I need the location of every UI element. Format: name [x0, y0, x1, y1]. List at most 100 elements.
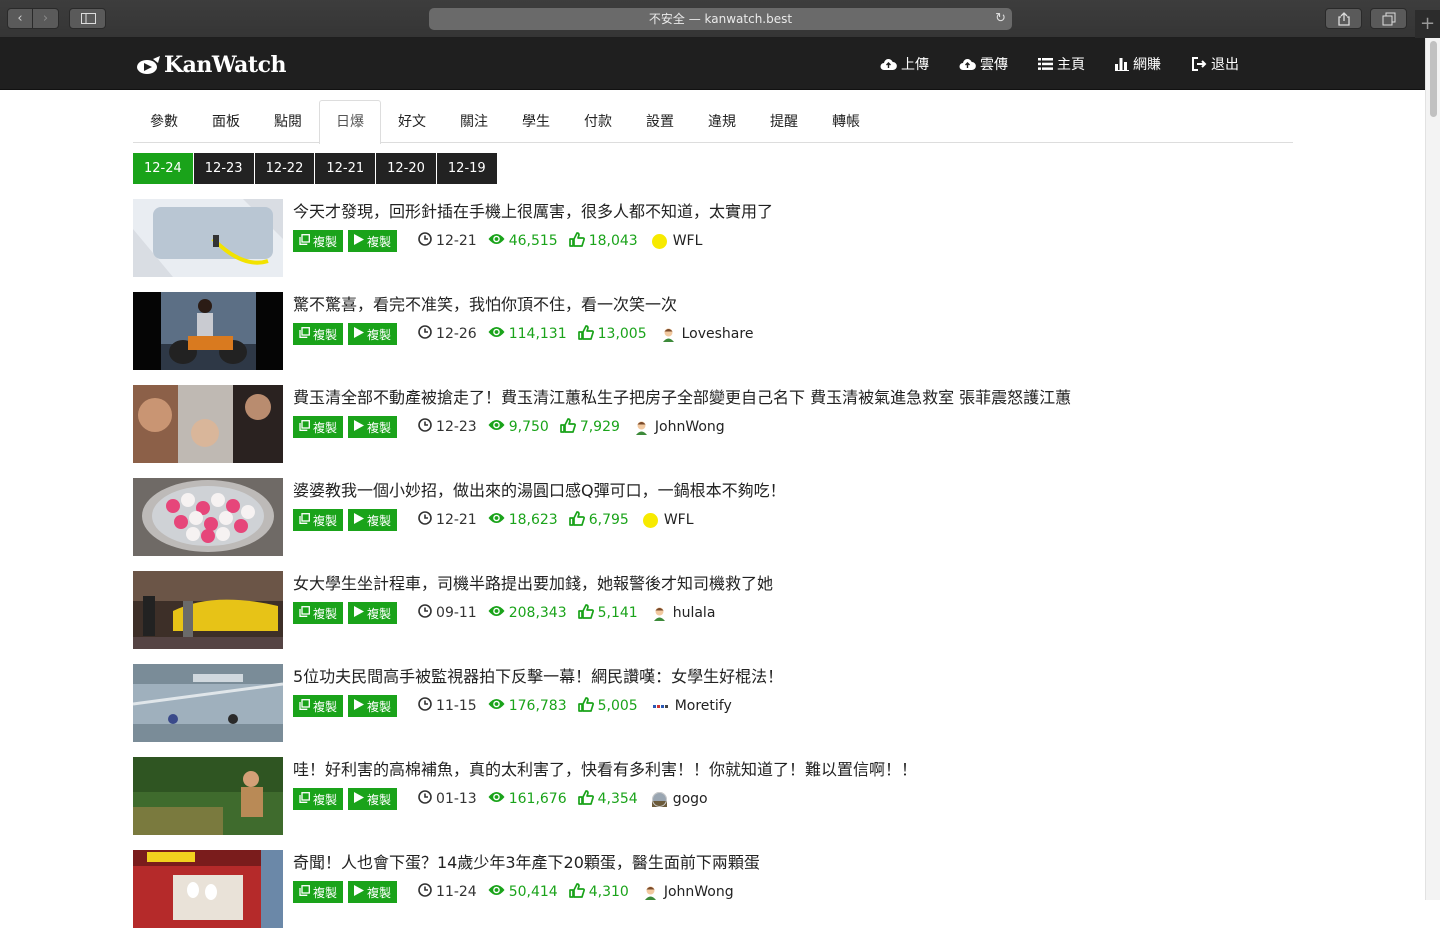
nav-upload[interactable]: 上傳	[880, 38, 929, 90]
list-item[interactable]: 費玉清全部不動產被搶走了！費玉清江蕙私生子把房子全部變更自己名下 費玉清被氣進急…	[133, 385, 1293, 478]
date-pill[interactable]: 12-20	[376, 153, 436, 184]
copy-video-button[interactable]: 複製	[348, 230, 398, 252]
logo-icon	[137, 56, 160, 74]
tab-item[interactable]: 學生	[505, 100, 567, 143]
nav-logout[interactable]: 退出	[1191, 38, 1239, 90]
scroll-thumb[interactable]	[1430, 41, 1437, 117]
thumbs-up-icon	[577, 696, 598, 716]
list-item[interactable]: 婆婆教我一個小妙招，做出來的湯圓口感Q彈可口，一鍋根本不夠吃！ 複製 複製 12-21…	[133, 478, 1293, 571]
copy-video-button[interactable]: 複製	[348, 509, 398, 531]
list-item[interactable]: 今天才發現，回形針插在手機上很厲害，很多人都不知道，太實用了 複製 複製 12-21 4…	[133, 199, 1293, 292]
tab-item[interactable]: 違規	[691, 100, 753, 143]
copy-link-button[interactable]: 複製	[293, 788, 344, 810]
list-item[interactable]: 5位功夫民間高手被監視器拍下反擊一幕！網民讚嘆：女學生好棍法！ 複製 複製 11-15…	[133, 664, 1293, 757]
tab-item[interactable]: 設置	[629, 100, 691, 143]
tab-item[interactable]: 日爆	[319, 100, 381, 144]
list-item[interactable]: 驚不驚喜，看完不准笑，我怕你頂不住，看一次笑一次複製 複製 12-26 114,131…	[133, 292, 1293, 385]
eye-icon	[488, 605, 509, 621]
author[interactable]: JohnWong	[634, 419, 725, 435]
article-thumbnail[interactable]	[133, 664, 283, 742]
article-body: 奇聞！人也會下蛋？14歲少年3年產下20顆蛋，醫生面前下兩顆蛋 複製 複製 11-24…	[293, 850, 760, 903]
page-scrollbar[interactable]	[1425, 38, 1440, 900]
list-item[interactable]: 奇聞！人也會下蛋？14歲少年3年產下20顆蛋，醫生面前下兩顆蛋 複製 複製 11-24…	[133, 850, 1293, 943]
tab-item[interactable]: 轉帳	[815, 100, 877, 143]
article-title[interactable]: 奇聞！人也會下蛋？14歲少年3年產下20顆蛋，醫生面前下兩顆蛋	[293, 850, 760, 876]
copy-link-button[interactable]: 複製	[293, 509, 344, 531]
article-thumbnail[interactable]	[133, 385, 283, 463]
copy-link-button[interactable]: 複製	[293, 695, 344, 717]
nav-label: 主頁	[1057, 57, 1085, 73]
site-logo[interactable]: KanWatch	[136, 52, 286, 78]
tab-item[interactable]: 面板	[195, 100, 257, 143]
article-thumbnail[interactable]	[133, 292, 283, 370]
date-pill[interactable]: 12-23	[193, 153, 254, 184]
nav-home[interactable]: 主頁	[1038, 38, 1085, 90]
article-title[interactable]: 哇！好利害的高棉補魚，真的太利害了，快看有多利害！！你就知道了！難以置信啊！！	[293, 757, 917, 783]
tab-overview-button[interactable]	[1370, 8, 1407, 29]
article-thumbnail[interactable]	[133, 199, 283, 277]
address-bar[interactable]: 不安全 — kanwatch.best ↻	[429, 8, 1012, 30]
tab-item[interactable]: 參數	[133, 100, 195, 143]
copy-icon	[299, 699, 313, 713]
nav-earnings[interactable]: 網賺	[1115, 38, 1161, 90]
author[interactable]: gogo	[651, 791, 708, 807]
article-thumbnail[interactable]	[133, 478, 283, 556]
copy-link-button[interactable]: 複製	[293, 230, 344, 252]
copy-link-button[interactable]: 複製	[293, 323, 344, 345]
history-nav: ‹ ›	[7, 8, 59, 29]
forward-button[interactable]: ›	[33, 8, 59, 29]
tabs-icon	[1382, 12, 1396, 26]
date-pill[interactable]: 12-22	[254, 153, 315, 184]
copy-video-button[interactable]: 複製	[348, 695, 398, 717]
author[interactable]: WFL	[651, 233, 702, 249]
article-title[interactable]: 費玉清全部不動產被搶走了！費玉清江蕙私生子把房子全部變更自己名下 費玉清被氣進急…	[293, 385, 1071, 411]
list-item[interactable]: 女大學生坐計程車，司機半路提出要加錢，她報警後才知司機救了她 複製 複製 09-11 2…	[133, 571, 1293, 664]
play-icon	[354, 420, 367, 434]
date-pill[interactable]: 12-21	[315, 153, 376, 184]
article-thumbnail[interactable]	[133, 571, 283, 649]
article-title[interactable]: 今天才發現，回形針插在手機上很厲害，很多人都不知道，太實用了	[293, 199, 773, 225]
tab-item[interactable]: 提醒	[753, 100, 815, 143]
tab-item[interactable]: 付款	[567, 100, 629, 143]
tab-item[interactable]: 好文	[381, 100, 443, 143]
article-thumbnail[interactable]	[133, 757, 283, 835]
copy-link-button[interactable]: 複製	[293, 602, 344, 624]
date-pill[interactable]: 12-19	[436, 153, 497, 184]
article-title[interactable]: 婆婆教我一個小妙招，做出來的湯圓口感Q彈可口，一鍋根本不夠吃！	[293, 478, 786, 504]
article-title[interactable]: 5位功夫民間高手被監視器拍下反擊一幕！網民讚嘆：女學生好棍法！	[293, 664, 783, 690]
clock-icon	[418, 325, 436, 343]
share-button[interactable]	[1325, 8, 1362, 29]
list-item[interactable]: 哇！好利害的高棉補魚，真的太利害了，快看有多利害！！你就知道了！難以置信啊！！ 複…	[133, 757, 1293, 850]
article-meta: 複製 複製 12-26 114,131 13,005 Loveshare	[293, 323, 753, 345]
author[interactable]: Moretify	[651, 698, 732, 714]
sidebar-toggle-button[interactable]	[69, 8, 106, 29]
list-icon	[1038, 58, 1053, 70]
article-title[interactable]: 驚不驚喜，看完不准笑，我怕你頂不住，看一次笑一次	[293, 292, 753, 318]
copy-video-button[interactable]: 複製	[348, 416, 398, 438]
author[interactable]: Loveshare	[661, 326, 753, 342]
new-tab-button[interactable]: +	[1415, 10, 1440, 38]
tab-item[interactable]: 關注	[443, 100, 505, 143]
author[interactable]: hulala	[652, 605, 715, 621]
date-pill[interactable]: 12-24	[133, 153, 193, 184]
reload-icon[interactable]: ↻	[995, 8, 1006, 30]
play-icon	[354, 792, 367, 806]
thumbs-up-icon	[568, 882, 589, 902]
nav-label: 網賺	[1133, 57, 1161, 73]
play-icon	[354, 885, 367, 899]
tab-item[interactable]: 點閱	[257, 100, 319, 143]
article-thumbnail[interactable]	[133, 850, 283, 928]
avatar	[642, 512, 658, 528]
copy-link-button[interactable]: 複製	[293, 416, 344, 438]
author-name: WFL	[663, 512, 694, 528]
article-title[interactable]: 女大學生坐計程車，司機半路提出要加錢，她報警後才知司機救了她	[293, 571, 773, 597]
nav-cloud-upload[interactable]: 雲傳	[959, 38, 1008, 90]
copy-video-button[interactable]: 複製	[348, 323, 398, 345]
author[interactable]: WFL	[642, 512, 694, 528]
like-count: 6,795	[568, 510, 629, 530]
back-button[interactable]: ‹	[7, 8, 33, 29]
share-icon	[1338, 12, 1350, 26]
copy-video-button[interactable]: 複製	[348, 602, 398, 624]
author[interactable]: JohnWong	[643, 884, 734, 900]
copy-video-button[interactable]: 複製	[348, 788, 398, 810]
